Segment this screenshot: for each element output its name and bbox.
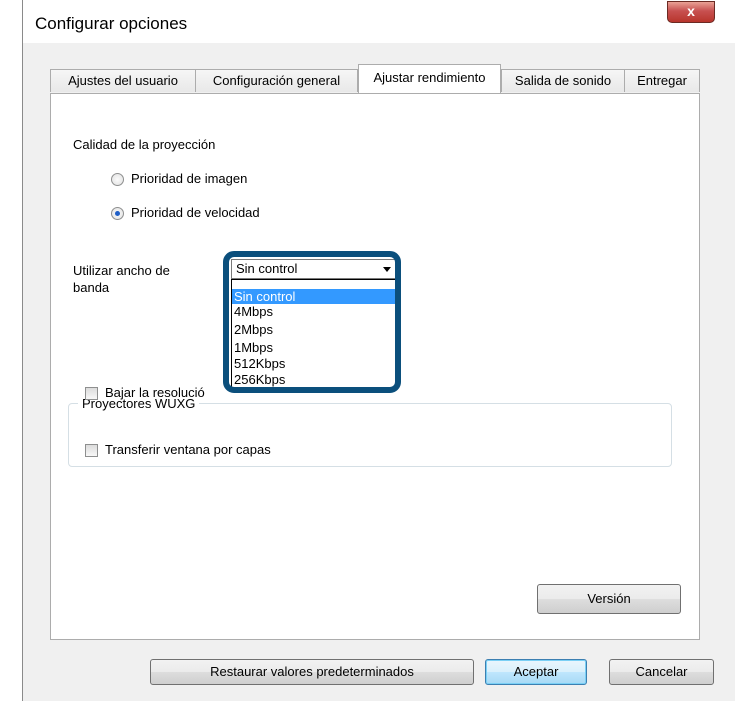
close-button[interactable]: x — [667, 1, 715, 23]
tab-ajustar-rendimiento[interactable]: Ajustar rendimiento — [358, 64, 501, 93]
radio-speed-priority-label[interactable]: Prioridad de velocidad — [131, 205, 260, 220]
accept-button[interactable]: Aceptar — [485, 659, 587, 685]
bandwidth-label-line1: Utilizar ancho de — [73, 263, 170, 278]
tab-entregar[interactable]: Entregar — [624, 69, 700, 92]
layered-window-label[interactable]: Transferir ventana por capas — [105, 442, 271, 457]
callout-highlight-frame — [223, 251, 401, 393]
title-bar: Configurar opciones x — [23, 0, 735, 42]
cancel-button[interactable]: Cancelar — [609, 659, 714, 685]
version-button[interactable]: Versión — [537, 584, 681, 614]
layered-window-checkbox[interactable] — [85, 444, 98, 457]
lower-resolution-label[interactable]: Bajar la resolució — [105, 385, 205, 400]
radio-image-priority[interactable] — [111, 173, 124, 186]
tab-salida-sonido[interactable]: Salida de sonido — [501, 69, 625, 92]
radio-selected-dot — [115, 211, 120, 216]
wuxga-group-box — [68, 403, 672, 467]
dialog-title: Configurar opciones — [35, 14, 188, 33]
lower-resolution-checkbox[interactable] — [85, 387, 98, 400]
tab-configuracion-general[interactable]: Configuración general — [195, 69, 358, 92]
radio-image-priority-label[interactable]: Prioridad de imagen — [131, 171, 247, 186]
radio-speed-priority[interactable] — [111, 207, 124, 220]
restore-defaults-button[interactable]: Restaurar valores predeterminados — [150, 659, 474, 685]
close-icon: x — [687, 3, 695, 19]
quality-heading: Calidad de la proyección — [73, 137, 216, 152]
bandwidth-label-line2: banda — [73, 280, 110, 295]
tab-ajustes-usuario[interactable]: Ajustes del usuario — [50, 69, 196, 92]
options-dialog: Configurar opciones x Ajustes del usuari… — [22, 0, 735, 701]
